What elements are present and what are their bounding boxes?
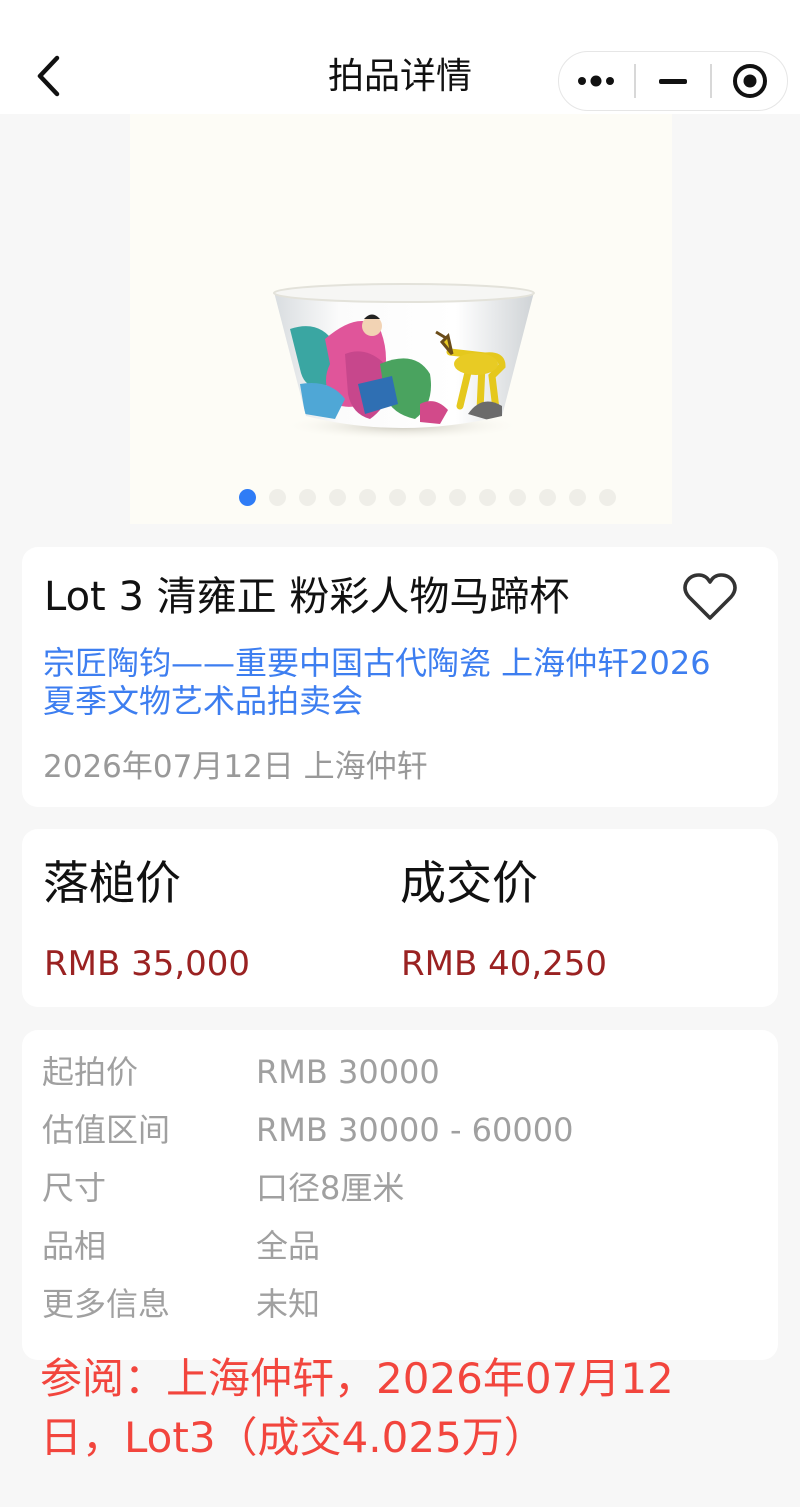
deal-price-value: RMB 40,250	[401, 944, 608, 984]
detail-value: 未知	[256, 1285, 321, 1323]
detail-row: 品相 全品	[42, 1226, 320, 1266]
detail-label: 起拍价	[42, 1053, 139, 1091]
heart-outline-icon	[683, 573, 737, 620]
carousel-dot[interactable]	[238, 489, 256, 506]
hammer-price-value: RMB 35,000	[44, 944, 251, 984]
detail-row: 起拍价 RMB 30000	[42, 1052, 440, 1092]
detail-label: 尺寸	[42, 1169, 107, 1207]
detail-row: 尺寸 口径8厘米	[42, 1168, 404, 1208]
carousel-dot[interactable]	[508, 489, 526, 506]
carousel-dot[interactable]	[478, 489, 496, 506]
mini-program-capsule	[558, 51, 788, 111]
carousel-dot[interactable]	[328, 489, 346, 506]
favorite-button[interactable]	[682, 571, 738, 623]
carousel-dot[interactable]	[538, 489, 556, 506]
carousel-indicator	[130, 489, 672, 506]
carousel-dot[interactable]	[358, 489, 376, 506]
detail-label: 估值区间	[42, 1111, 171, 1149]
carousel-dot[interactable]	[418, 489, 436, 506]
reference-note: 参阅：上海仲轩，2026年07月12 日，Lot3（成交4.025万）	[40, 1349, 780, 1467]
deal-price-label: 成交价	[400, 856, 538, 910]
detail-value: 全品	[256, 1227, 321, 1265]
more-dots-icon	[578, 75, 615, 87]
lot-details-card: 起拍价 RMB 30000 估值区间 RMB 30000 - 60000 尺寸 …	[22, 1030, 778, 1360]
reference-note-line1: 参阅：上海仲轩，2026年07月12	[40, 1354, 674, 1403]
more-button[interactable]	[559, 52, 634, 110]
auction-session-link[interactable]: 宗匠陶钧——重要中国古代陶瓷 上海仲轩2026 夏季文物艺术品拍卖会	[43, 644, 743, 720]
porcelain-cup-image	[273, 283, 535, 440]
price-card: 落槌价 RMB 35,000 成交价 RMB 40,250	[22, 829, 778, 1007]
minimize-button[interactable]	[636, 52, 711, 110]
detail-value: RMB 30000 - 60000	[256, 1111, 574, 1149]
detail-label: 品相	[42, 1227, 107, 1265]
lot-title: Lot 3 清雍正 粉彩人物马蹄杯	[44, 574, 570, 620]
carousel-dot[interactable]	[448, 489, 466, 506]
detail-row: 更多信息 未知	[42, 1284, 320, 1324]
carousel-dot[interactable]	[568, 489, 586, 506]
detail-label: 更多信息	[42, 1285, 171, 1323]
target-close-icon	[732, 64, 767, 98]
lot-image-carousel[interactable]	[130, 114, 672, 524]
reference-note-line2: 日，Lot3（成交4.025万）	[40, 1413, 546, 1462]
lot-info-card: Lot 3 清雍正 粉彩人物马蹄杯 宗匠陶钧——重要中国古代陶瓷 上海仲轩202…	[22, 547, 778, 807]
navigation-bar: 拍品详情	[0, 0, 800, 114]
minimize-icon	[659, 79, 687, 84]
carousel-dot[interactable]	[388, 489, 406, 506]
carousel-dot[interactable]	[598, 489, 616, 506]
auction-title-line2: 夏季文物艺术品拍卖会	[43, 682, 364, 720]
carousel-dot[interactable]	[298, 489, 316, 506]
detail-row: 估值区间 RMB 30000 - 60000	[42, 1110, 573, 1150]
detail-value: 口径8厘米	[256, 1169, 405, 1207]
auction-title-line1: 宗匠陶钧——重要中国古代陶瓷 上海仲轩2026	[43, 644, 711, 682]
close-button[interactable]	[712, 52, 787, 110]
auction-date-location: 2026年07月12日 上海仲轩	[43, 749, 428, 785]
detail-value: RMB 30000	[256, 1053, 440, 1091]
hammer-price-label: 落槌价	[43, 856, 181, 910]
carousel-dot[interactable]	[268, 489, 286, 506]
